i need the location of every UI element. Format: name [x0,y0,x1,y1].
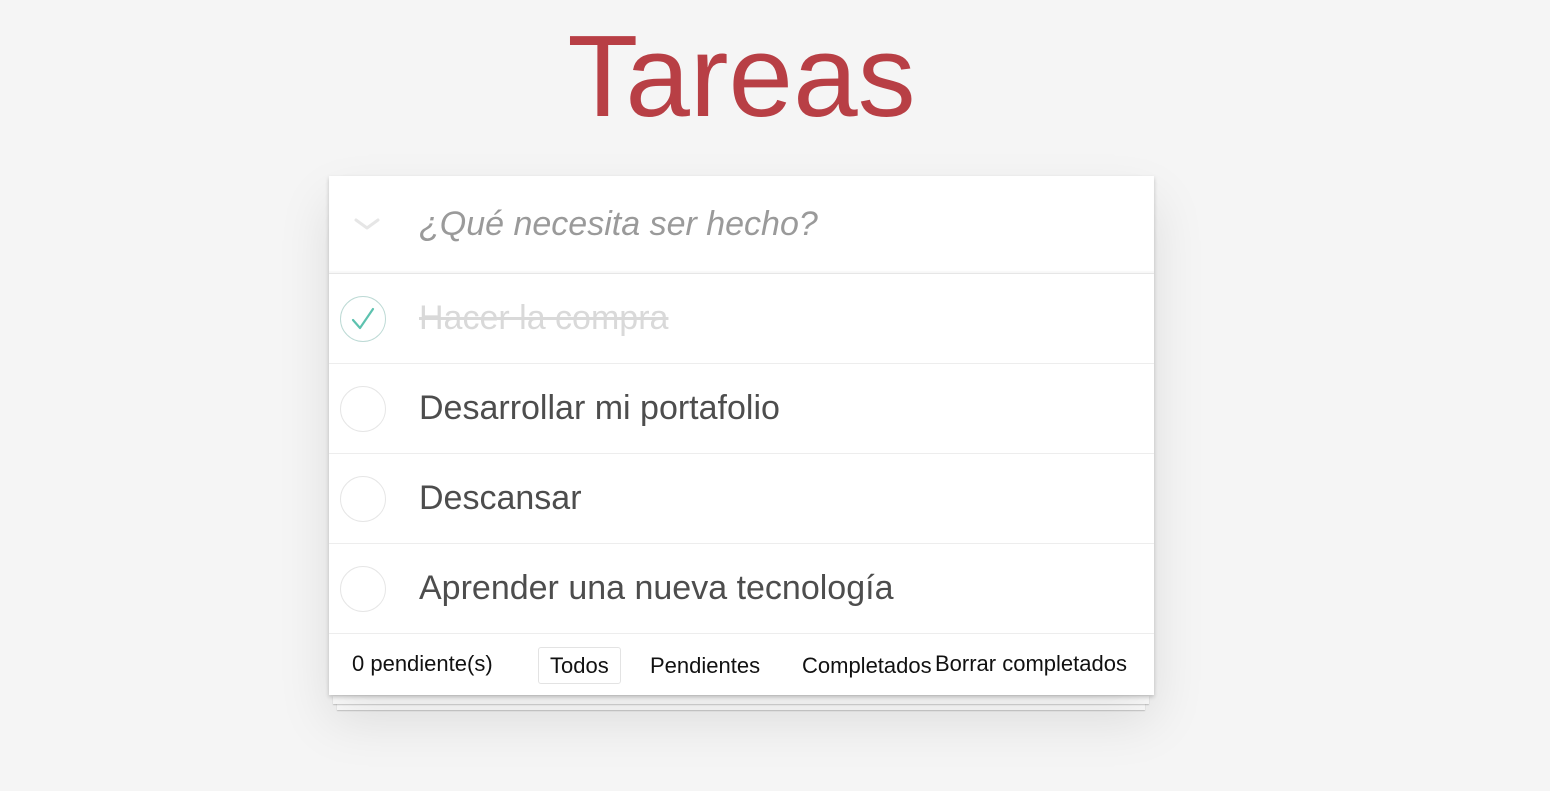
toggle-all-button[interactable] [351,208,383,240]
todo-item[interactable]: Descansar [329,454,1154,544]
todo-label[interactable]: Aprender una nueva tecnología [419,544,893,633]
todo-checkbox[interactable] [340,296,386,342]
filter-todos[interactable]: Todos [538,647,621,684]
pending-count: 0 pendiente(s) [352,651,493,676]
todo-label[interactable]: Desarrollar mi portafolio [419,364,780,453]
chevron-down-icon [354,218,380,230]
app-title: Tareas [567,11,916,141]
clear-completed-button[interactable]: Borrar completados [935,647,1127,681]
card-stack-edge [333,696,1149,704]
todo-checkbox[interactable] [340,386,386,432]
checkmark-icon [351,307,375,330]
todo-list: Hacer la compra Desarrollar mi portafoli… [329,274,1154,634]
filter-pendientes[interactable]: Pendientes [638,647,772,684]
todo-item[interactable]: Desarrollar mi portafolio [329,364,1154,454]
todo-checkbox[interactable] [340,566,386,612]
todo-footer: 0 pendiente(s) Todos Pendientes Completa… [329,634,1154,695]
todo-item[interactable]: Hacer la compra [329,274,1154,364]
filter-completados[interactable]: Completados [790,647,933,684]
todo-item[interactable]: Aprender una nueva tecnología [329,544,1154,634]
todo-header [329,176,1154,274]
todo-label[interactable]: Descansar [419,454,582,543]
todo-card: Hacer la compra Desarrollar mi portafoli… [329,176,1154,695]
todo-label[interactable]: Hacer la compra [419,274,668,363]
new-todo-input[interactable] [419,200,1119,248]
todo-checkbox[interactable] [340,476,386,522]
